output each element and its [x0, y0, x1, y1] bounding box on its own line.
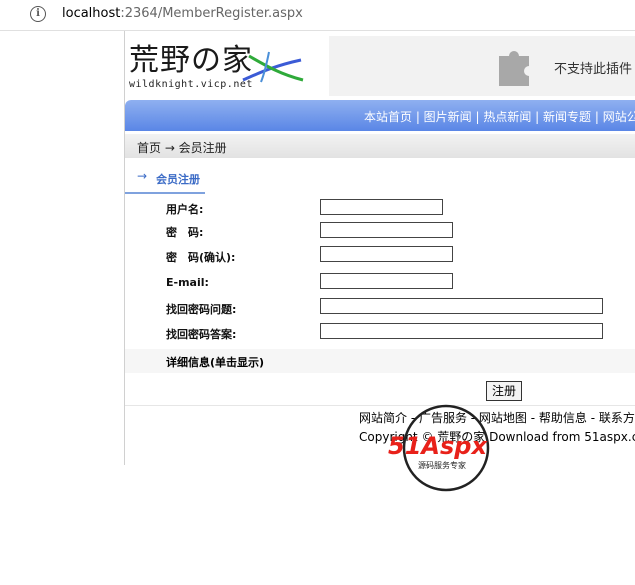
- watermark-brand-text: 51Aspx: [388, 432, 488, 460]
- tab-member-register[interactable]: → 会员注册: [125, 166, 205, 194]
- username-label: 用户名:: [166, 203, 204, 216]
- url-text[interactable]: localhost:2364/MemberRegister.aspx: [62, 6, 303, 21]
- details-label: 详细信息(单击显示): [166, 356, 265, 369]
- address-bar[interactable]: i localhost:2364/MemberRegister.aspx: [0, 0, 635, 31]
- plugin-message: 不支持此插件: [554, 62, 633, 77]
- password-input[interactable]: [320, 222, 453, 238]
- site-logo[interactable]: 荒野の家 wildknight.vicp.net: [129, 44, 309, 94]
- password-label: 密 码:: [166, 226, 204, 239]
- breadcrumb: 首页 → 会员注册: [125, 134, 635, 158]
- answer-label: 找回密码答案:: [166, 328, 237, 341]
- puzzle-piece-icon: [499, 51, 529, 86]
- plugin-placeholder: 不支持此插件: [329, 36, 635, 96]
- arrow-right-icon: →: [137, 169, 148, 183]
- email-label: E-mail:: [166, 276, 209, 289]
- logo-swoosh-icon: [242, 51, 304, 83]
- password-confirm-input[interactable]: [320, 246, 453, 262]
- breadcrumb-text[interactable]: 首页 → 会员注册: [137, 139, 227, 156]
- info-icon[interactable]: i: [30, 6, 46, 22]
- answer-input[interactable]: [320, 323, 603, 339]
- nav-links[interactable]: 本站首页 | 图片新闻 | 热点新闻 | 新闻专题 | 网站公告: [364, 108, 635, 125]
- logo-title: 荒野の家: [129, 43, 253, 78]
- logo-subtitle: wildknight.vicp.net: [129, 79, 253, 90]
- footer-divider: [125, 405, 635, 406]
- username-input[interactable]: [320, 199, 443, 215]
- watermark-tagline-text: 源码服务专家: [418, 460, 466, 470]
- watermark-51aspx-logo: 51Aspx 源码服务专家: [388, 404, 490, 492]
- register-button[interactable]: 注册: [486, 381, 522, 401]
- email-input[interactable]: [320, 273, 453, 289]
- question-input[interactable]: [320, 298, 603, 314]
- question-label: 找回密码问题:: [166, 303, 237, 316]
- site-header: 荒野の家 wildknight.vicp.net 不支持此插件: [125, 36, 635, 96]
- tab-label: 会员注册: [156, 173, 200, 186]
- page-container: 荒野の家 wildknight.vicp.net 不支持此插件 本站首页 | 图…: [124, 31, 635, 465]
- details-toggle[interactable]: 详细信息(单击显示): [125, 349, 635, 373]
- password-confirm-label: 密 码(确认):: [166, 251, 236, 264]
- main-nav: 本站首页 | 图片新闻 | 热点新闻 | 新闻专题 | 网站公告: [125, 100, 635, 131]
